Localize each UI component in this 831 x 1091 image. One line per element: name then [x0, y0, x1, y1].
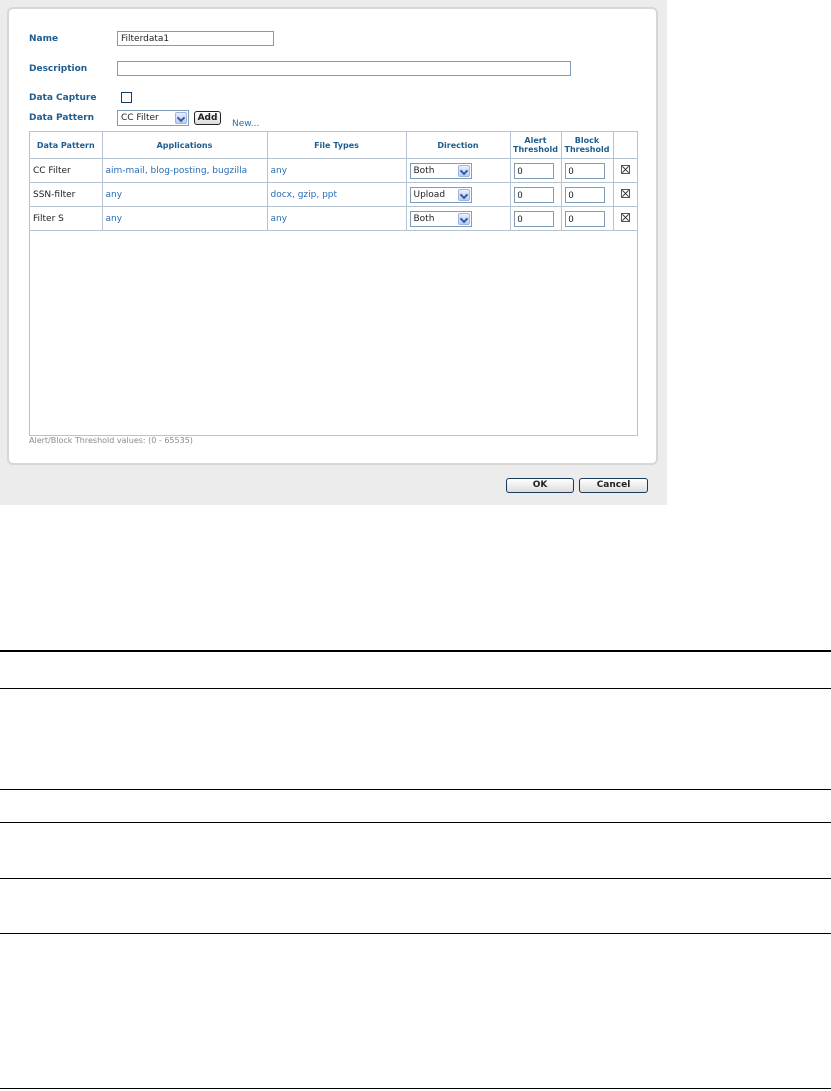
- direction-value: Both: [413, 165, 435, 176]
- table-header-row: Data Pattern Applications File Types Dir…: [30, 132, 637, 159]
- chevron-down-icon: [457, 164, 470, 177]
- direction-select[interactable]: Both: [409, 162, 472, 179]
- header-alert-threshold[interactable]: Alert Threshold: [510, 132, 562, 159]
- divider: [0, 933, 831, 934]
- alert-threshold-input[interactable]: [513, 186, 554, 203]
- table-row: CC Filter aim-mail, blog-posting, bugzil…: [30, 158, 637, 183]
- row-file-types-link[interactable]: docx, gzip, ppt: [271, 190, 338, 200]
- row-file-types-link[interactable]: any: [271, 214, 288, 224]
- divider: [0, 650, 831, 652]
- direction-value: Both: [413, 213, 435, 224]
- data-capture-checkbox[interactable]: [121, 92, 132, 103]
- alert-threshold-input[interactable]: [513, 162, 554, 179]
- dialog: Name Description Data Capture Data Patte…: [0, 0, 667, 505]
- table-row: Filter S any any Both: [30, 206, 637, 231]
- divider: [0, 1088, 831, 1089]
- data-capture-label: Data Capture: [29, 93, 97, 103]
- row-applications-link[interactable]: any: [106, 190, 123, 200]
- direction-select[interactable]: Upload: [409, 186, 472, 203]
- row-pattern: Filter S: [33, 213, 64, 224]
- header-data-pattern[interactable]: Data Pattern: [30, 132, 103, 159]
- chevron-down-icon: [457, 188, 470, 201]
- divider: [0, 688, 831, 689]
- add-button[interactable]: Add: [194, 111, 221, 125]
- block-threshold-input[interactable]: [564, 162, 605, 179]
- chevron-down-icon: [457, 212, 470, 225]
- chevron-down-icon: [175, 112, 187, 124]
- block-threshold-input[interactable]: [564, 186, 605, 203]
- description-label: Description: [29, 64, 88, 74]
- header-direction[interactable]: Direction: [406, 132, 511, 159]
- table-row: SSN-filter any docx, gzip, ppt Upload: [30, 182, 637, 207]
- threshold-hint: Alert/Block Threshold values: (0 - 65535…: [29, 436, 193, 445]
- header-file-types[interactable]: File Types: [267, 132, 407, 159]
- delete-row-icon[interactable]: [620, 188, 630, 198]
- divider: [0, 789, 831, 790]
- name-label: Name: [29, 34, 59, 44]
- description-input[interactable]: [117, 61, 571, 76]
- block-threshold-input[interactable]: [564, 210, 605, 227]
- row-applications-link[interactable]: any: [106, 214, 123, 224]
- row-file-types-link[interactable]: any: [271, 166, 288, 176]
- header-delete: [613, 132, 637, 159]
- data-pattern-select-value: CC Filter: [121, 113, 159, 123]
- ok-button[interactable]: OK: [506, 478, 574, 493]
- delete-row-icon[interactable]: [620, 212, 630, 222]
- row-pattern: SSN-filter: [33, 189, 76, 200]
- alert-threshold-input[interactable]: [513, 210, 554, 227]
- direction-value: Upload: [413, 189, 446, 200]
- divider: [0, 878, 831, 879]
- data-pattern-table: Data Pattern Applications File Types Dir…: [29, 131, 638, 436]
- cancel-button[interactable]: Cancel: [579, 478, 648, 493]
- row-applications-link[interactable]: aim-mail, blog-posting, bugzilla: [106, 166, 248, 176]
- name-input[interactable]: [117, 31, 274, 46]
- data-pattern-select[interactable]: CC Filter: [117, 110, 189, 126]
- new-pattern-link[interactable]: New...: [232, 119, 259, 129]
- row-pattern: CC Filter: [33, 165, 71, 176]
- header-block-threshold[interactable]: Block Threshold: [561, 132, 614, 159]
- divider: [0, 822, 831, 823]
- direction-select[interactable]: Both: [409, 210, 472, 227]
- data-pattern-label: Data Pattern: [29, 113, 95, 123]
- delete-row-icon[interactable]: [620, 164, 630, 174]
- header-applications[interactable]: Applications: [102, 132, 268, 159]
